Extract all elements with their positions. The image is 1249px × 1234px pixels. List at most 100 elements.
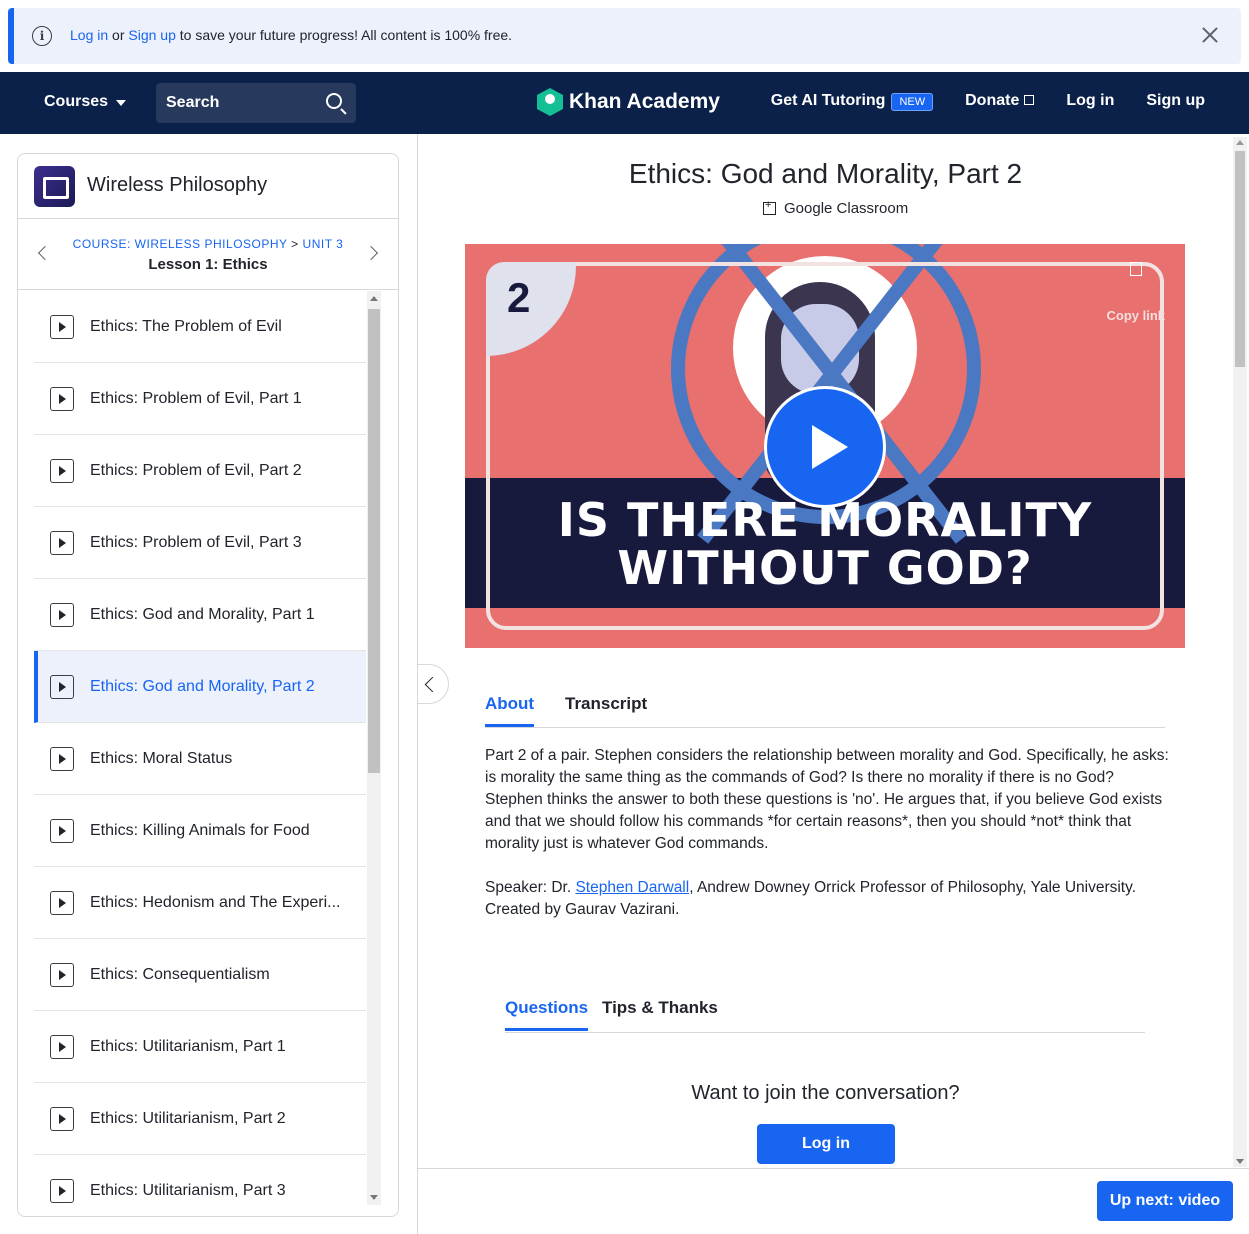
copy-icon	[1129, 262, 1142, 276]
list-item-label: Ethics: Utilitarianism, Part 2	[90, 1110, 286, 1127]
about-credits: Speaker: Dr. Stephen Darwall, Andrew Dow…	[485, 877, 1175, 921]
copy-link-label: Copy link	[1106, 308, 1165, 323]
list-item-label: Ethics: Problem of Evil, Part 3	[90, 534, 302, 551]
video-play-icon	[50, 1035, 74, 1059]
about-description: Part 2 of a pair. Stephen considers the …	[485, 747, 1169, 852]
scroll-up-icon[interactable]	[370, 296, 378, 301]
video-play-icon	[50, 603, 74, 627]
list-item-label: Ethics: Utilitarianism, Part 3	[90, 1182, 286, 1199]
speaker-prefix: Speaker: Dr.	[485, 879, 576, 896]
list-item-label: Ethics: God and Morality, Part 2	[90, 678, 315, 695]
breadcrumb-course[interactable]: COURSE: WIRELESS PHILOSOPHY	[73, 237, 288, 251]
ai-tutoring-label: Get AI Tutoring	[770, 92, 886, 109]
list-item[interactable]: Ethics: Utilitarianism, Part 3	[34, 1155, 366, 1216]
play-icon[interactable]	[764, 386, 886, 508]
donate-label: Donate	[965, 92, 1020, 109]
video-play-icon	[50, 675, 74, 699]
list-item[interactable]: Ethics: The Problem of Evil	[34, 291, 366, 363]
list-item[interactable]: Ethics: Consequentialism	[34, 939, 366, 1011]
search-input[interactable]: Search	[156, 83, 356, 123]
tab-questions[interactable]: Questions	[505, 998, 589, 1031]
sidebar-header: Wireless Philosophy	[18, 154, 398, 219]
khan-logo-icon	[537, 88, 563, 116]
signup-banner: i Log in or Sign up to save your future …	[8, 8, 1241, 64]
video-play-icon	[50, 1179, 74, 1203]
video-headline: IS THERE MORALITY WITHOUT GOD?	[465, 496, 1185, 592]
list-item-active[interactable]: Ethics: God and Morality, Part 2	[34, 651, 366, 723]
list-item[interactable]: Ethics: Hedonism and The Experi...	[34, 867, 366, 939]
breadcrumb-unit[interactable]: UNIT 3	[303, 237, 344, 251]
video-play-icon	[50, 891, 74, 915]
list-item[interactable]: Ethics: Problem of Evil, Part 2	[34, 435, 366, 507]
list-item-label: Ethics: God and Morality, Part 1	[90, 606, 315, 623]
banner-message: Log in or Sign up to save your future pr…	[70, 27, 512, 43]
banner-signup-link[interactable]: Sign up	[128, 27, 175, 43]
sidebar-scrollbar[interactable]	[367, 291, 381, 1205]
list-item-label: Ethics: Moral Status	[90, 750, 233, 767]
scrollbar-thumb[interactable]	[368, 309, 380, 773]
page-title: Ethics: God and Morality, Part 2	[628, 158, 1023, 189]
episode-number: 2	[507, 274, 531, 321]
copy-link-button[interactable]: Copy link	[1106, 262, 1165, 323]
video-play-icon	[50, 819, 74, 843]
search-icon[interactable]	[326, 93, 342, 109]
top-nav: Courses Search Khan Academy Get AI Tutor…	[0, 72, 1249, 134]
course-sidebar: Wireless Philosophy COURSE: WIRELESS PHI…	[17, 153, 399, 1217]
list-item[interactable]: Ethics: Utilitarianism, Part 2	[34, 1083, 366, 1155]
list-item-label: Ethics: Killing Animals for Food	[90, 822, 310, 839]
tab-transcript[interactable]: Transcript	[565, 694, 647, 724]
video-player[interactable]: 2 IS THERE MORALITY WITHOUT GOD? Copy li…	[465, 244, 1185, 648]
list-item[interactable]: Ethics: God and Morality, Part 1	[34, 579, 366, 651]
scrollbar-thumb[interactable]	[1235, 151, 1245, 367]
speaker-suffix: , Andrew Downey Orrick Professor of Phil…	[689, 879, 1137, 896]
lesson-list: Ethics: The Problem of Evil Ethics: Prob…	[34, 291, 366, 1216]
main-scrollbar[interactable]	[1233, 137, 1247, 1167]
scroll-down-icon[interactable]	[1236, 1159, 1244, 1164]
close-icon[interactable]	[1199, 24, 1221, 46]
created-by: Created by Gaurav Vazirani.	[485, 901, 680, 918]
google-classroom-label: Google Classroom	[784, 200, 909, 217]
tab-about[interactable]: About	[485, 694, 535, 727]
list-item[interactable]: Ethics: Killing Animals for Food	[34, 795, 366, 867]
new-badge: NEW	[891, 93, 934, 111]
list-item[interactable]: Ethics: Problem of Evil, Part 3	[34, 507, 366, 579]
khan-academy-logo[interactable]: Khan Academy	[537, 88, 720, 116]
video-tabs: About Transcript	[485, 694, 1165, 728]
login-button[interactable]: Log in	[757, 1124, 895, 1164]
logo-text: Khan Academy	[569, 90, 720, 113]
list-item-label: Ethics: Utilitarianism, Part 1	[90, 1038, 286, 1055]
banner-rest-text: to save your future progress! All conten…	[179, 27, 513, 43]
scroll-down-icon[interactable]	[370, 1195, 378, 1200]
video-play-icon	[50, 315, 74, 339]
courses-menu-button[interactable]: Courses	[44, 93, 127, 111]
up-next-button[interactable]: Up next: video	[1097, 1181, 1233, 1221]
video-headline-line2: WITHOUT GOD?	[617, 541, 1033, 595]
banner-or-text: or	[112, 27, 125, 43]
list-item-label: Ethics: Problem of Evil, Part 2	[90, 462, 302, 479]
nav-signup-link[interactable]: Sign up	[1146, 92, 1205, 110]
speaker-link[interactable]: Stephen Darwall	[575, 879, 689, 896]
chevron-down-icon	[116, 100, 127, 106]
donate-link[interactable]: Donate	[965, 92, 1035, 110]
footer-bar: Up next: video	[418, 1168, 1249, 1234]
course-title[interactable]: Wireless Philosophy	[87, 174, 267, 197]
list-item[interactable]: Ethics: Moral Status	[34, 723, 366, 795]
nav-login-link[interactable]: Log in	[1066, 92, 1114, 110]
tab-tips-thanks[interactable]: Tips & Thanks	[602, 998, 718, 1028]
list-item[interactable]: Ethics: Utilitarianism, Part 1	[34, 1011, 366, 1083]
courses-label: Courses	[44, 93, 109, 110]
google-classroom-icon	[763, 199, 776, 215]
external-link-icon	[1024, 95, 1035, 105]
ai-tutoring-link[interactable]: Get AI Tutoring NEW	[770, 92, 934, 111]
video-play-icon	[50, 459, 74, 483]
about-text: Part 2 of a pair. Stephen considers the …	[485, 745, 1175, 921]
lesson-title: Lesson 1: Ethics	[148, 256, 268, 273]
banner-login-link[interactable]: Log in	[70, 27, 108, 43]
discussion-tabs: Questions Tips & Thanks	[505, 998, 1145, 1033]
list-item[interactable]: Ethics: Problem of Evil, Part 1	[34, 363, 366, 435]
video-play-icon	[50, 963, 74, 987]
scroll-up-icon[interactable]	[1236, 140, 1244, 145]
join-conversation-heading: Want to join the conversation?	[691, 1082, 960, 1104]
list-item-label: Ethics: Problem of Evil, Part 1	[90, 390, 302, 407]
google-classroom-button[interactable]: Google Classroom	[763, 199, 909, 217]
